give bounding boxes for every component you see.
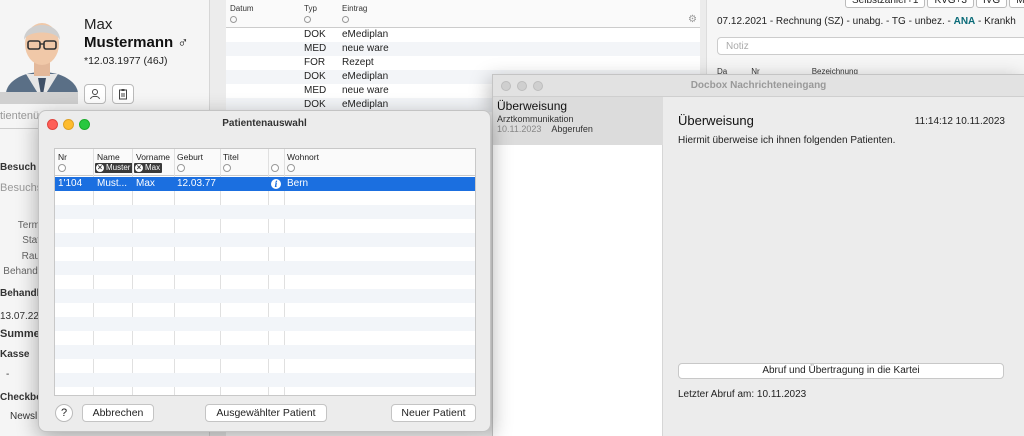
col-geburt[interactable]: Geburt (177, 152, 203, 162)
col-geburt-radio[interactable] (177, 164, 185, 172)
message-title: Überweisung (497, 99, 568, 113)
message-detail: Überweisung 11:14:12 10.11.2023 Hiermit … (664, 97, 1024, 436)
table-row[interactable] (55, 317, 475, 331)
docbox-titlebar: Docbox Nachrichteneingang (493, 75, 1024, 97)
table-row[interactable] (55, 387, 475, 395)
table-row[interactable] (55, 233, 475, 247)
table-row[interactable] (55, 373, 475, 387)
table-row[interactable] (55, 345, 475, 359)
patient-table-header: Nr Name Muster Vorname Max Geburt Titel … (55, 149, 475, 176)
table-row[interactable] (55, 219, 475, 233)
docbox-window: Docbox Nachrichteneingang Überweisung Ar… (492, 74, 1024, 436)
sidebar-summe-label: Summe (0, 328, 40, 340)
col-name[interactable]: Name (97, 152, 120, 162)
billing-tabs: Selbstzahler+1 KVG+3 IVG M (845, 0, 1024, 8)
tab-kvg[interactable]: KVG+3 (927, 0, 974, 8)
gear-icon[interactable]: ⚙ (688, 14, 697, 25)
sidebar-kasse-label: Kasse (0, 349, 30, 360)
table-row[interactable]: MED neue ware (226, 42, 700, 56)
sidebar-besuchs-label: Besuchs (0, 182, 43, 194)
sidebar-status-label: Stat (22, 235, 40, 246)
tab-m[interactable]: M (1009, 0, 1024, 8)
sidebar-kasse-value: - (6, 369, 10, 380)
person-icon (90, 89, 100, 100)
table-row[interactable] (55, 331, 475, 345)
message-meta: 10.11.2023 Abgerufen (497, 124, 593, 134)
col-typ[interactable]: Typ (304, 4, 317, 13)
table-row[interactable] (55, 261, 475, 275)
entries-table-header: Datum Typ Eintrag ⚙ (226, 0, 700, 28)
clipboard-icon (119, 89, 127, 100)
new-patient-button[interactable]: Neuer Patient (391, 404, 476, 422)
info-icon[interactable]: i (271, 179, 281, 189)
sidebar-patienten-label: tientenü (0, 110, 40, 122)
vorname-filter-token[interactable]: Max (134, 163, 162, 173)
col-titel-radio[interactable] (223, 164, 231, 172)
patient-rows: 1'104 Must... Max 12.03.77 i Bern (55, 177, 475, 395)
message-category: Arztkommunikation (497, 114, 574, 124)
col-titel[interactable]: Titel (223, 152, 239, 162)
sidebar-newsletter-label: Newsl (10, 411, 38, 422)
name-filter-token[interactable]: Muster (95, 163, 133, 173)
table-row[interactable] (55, 205, 475, 219)
col-eintrag-radio[interactable] (342, 16, 349, 23)
patient-avatar-icon (6, 23, 78, 100)
patient-dob: *12.03.1977 (46J) (84, 55, 168, 67)
col-nr[interactable]: Nr (58, 152, 67, 162)
table-row[interactable] (55, 247, 475, 261)
sidebar-behandl-label: Behandl (3, 266, 40, 277)
message-item[interactable]: Überweisung Arztkommunikation 10.11.2023… (493, 97, 663, 145)
col-datum[interactable]: Datum (230, 4, 254, 13)
table-row[interactable]: FOR Rezept (226, 56, 700, 70)
notiz-input[interactable]: Notiz (717, 37, 1024, 55)
detail-body: Hiermit überweise ich ihnen folgenden Pa… (678, 135, 896, 146)
col-eintrag[interactable]: Eintrag (342, 4, 367, 13)
col-vorname[interactable]: Vorname (136, 152, 170, 162)
sidebar-raum-label: Rau (21, 251, 40, 262)
table-row[interactable] (55, 359, 475, 373)
col-datum-radio[interactable] (230, 16, 237, 23)
table-row[interactable] (55, 275, 475, 289)
docbox-title: Docbox Nachrichteneingang (690, 80, 827, 91)
patientenauswahl-titlebar: Patientenauswahl (39, 111, 490, 137)
sidebar-termin-label: Term (17, 220, 40, 231)
cancel-button[interactable]: Abbrechen (82, 404, 154, 422)
last-fetch-label: Letzter Abruf am: 10.11.2023 (678, 389, 807, 400)
patient-last-name: Mustermann ♂ (84, 34, 189, 51)
avatar-caption-bar (0, 92, 78, 104)
invoice-summary[interactable]: 07.12.2021 - Rechnung (SZ) - unabg. - TG… (717, 16, 1016, 27)
table-row[interactable] (55, 191, 475, 205)
table-row[interactable] (55, 289, 475, 303)
sidebar-divider (0, 128, 40, 129)
fetch-transfer-button[interactable]: Abruf und Übertragung in die Kartei (678, 363, 1004, 379)
detail-timestamp: 11:14:12 10.11.2023 (914, 116, 1005, 127)
patient-search-table: Nr Name Muster Vorname Max Geburt Titel … (54, 148, 476, 396)
col-info-radio[interactable] (271, 164, 279, 172)
patientenauswahl-title: Patientenauswahl (222, 118, 307, 129)
col-wohnort[interactable]: Wohnort (287, 152, 319, 162)
selected-patient-button[interactable]: Ausgewählter Patient (205, 404, 327, 422)
sidebar-date: 13.07.22 (0, 311, 39, 322)
tab-selbstzahler[interactable]: Selbstzahler+1 (845, 0, 926, 8)
table-row[interactable] (55, 303, 475, 317)
patient-card-button[interactable] (112, 84, 134, 104)
tab-ivg[interactable]: IVG (975, 0, 1008, 8)
patient-contact-button[interactable] (84, 84, 106, 104)
col-typ-radio[interactable] (304, 16, 311, 23)
table-row-selected[interactable]: 1'104 Must... Max 12.03.77 i Bern (55, 177, 475, 191)
col-nr-radio[interactable] (58, 164, 66, 172)
col-wohnort-radio[interactable] (287, 164, 295, 172)
patientenauswahl-window: Patientenauswahl Nr Name Muster Vorname … (38, 110, 491, 432)
table-row[interactable]: DOK eMediplan (226, 28, 700, 42)
message-list: Überweisung Arztkommunikation 10.11.2023… (493, 97, 663, 436)
help-button[interactable]: ? (55, 404, 73, 422)
patient-first-name: Max (84, 16, 113, 33)
detail-title: Überweisung (678, 113, 754, 128)
